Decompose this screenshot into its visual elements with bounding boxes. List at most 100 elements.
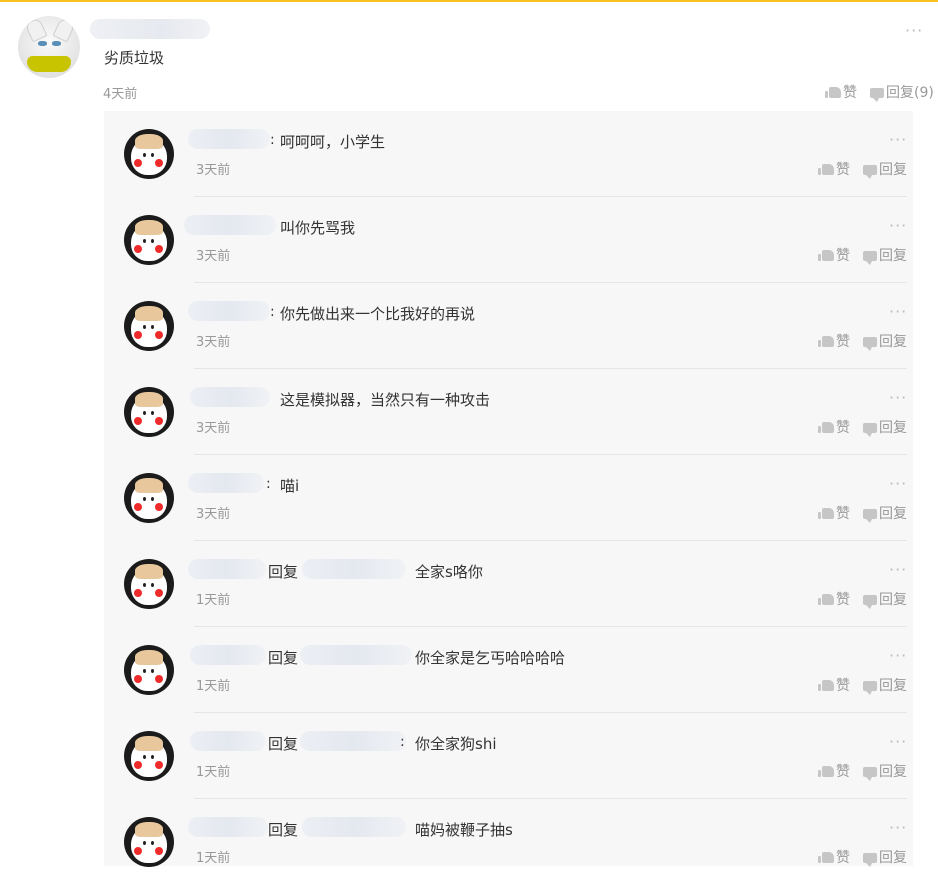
comment-bubble-icon — [863, 595, 877, 609]
username-redacted[interactable] — [184, 215, 276, 235]
more-options-icon[interactable]: ··· — [889, 218, 907, 234]
avatar[interactable] — [124, 473, 174, 523]
reply-text: 喵i — [280, 477, 300, 495]
like-button[interactable]: 赞 — [818, 503, 850, 523]
avatar-eye-right — [151, 411, 154, 415]
reply-button[interactable]: 回复 — [863, 503, 907, 523]
reply-button[interactable]: 回复 — [863, 331, 907, 351]
avatar[interactable] — [124, 645, 174, 695]
more-options-icon[interactable]: ··· — [889, 562, 907, 578]
reply-target-username-redacted[interactable] — [302, 559, 406, 579]
like-label: 赞 — [836, 764, 850, 780]
username-redacted[interactable] — [188, 817, 268, 837]
like-button[interactable]: 赞 — [818, 761, 850, 781]
avatar-cheek-right — [155, 761, 163, 769]
reply-button[interactable]: 回复(9) — [870, 82, 934, 102]
main-comment: 劣质垃圾 4天前 ··· 赞 回复(9) — [0, 2, 938, 112]
reply-label: 回复 — [879, 678, 907, 694]
like-button[interactable]: 赞 — [818, 159, 850, 179]
avatar[interactable] — [124, 731, 174, 781]
avatar[interactable] — [124, 817, 174, 867]
more-options-icon[interactable]: ··· — [889, 820, 907, 836]
reply-button[interactable]: 回复 — [863, 761, 907, 781]
avatar[interactable] — [124, 387, 174, 437]
reply-text: 喵妈被鞭子抽s — [415, 821, 513, 839]
avatar-cheek-left — [134, 589, 142, 597]
avatar-eye-right — [151, 497, 154, 501]
more-options-icon[interactable]: ··· — [889, 734, 907, 750]
avatar-eye-left — [143, 669, 146, 673]
avatar[interactable] — [124, 559, 174, 609]
avatar-hair — [135, 822, 163, 837]
reply-time: 3天前 — [196, 335, 231, 350]
username-redacted[interactable] — [188, 301, 270, 321]
like-button[interactable]: 赞 — [818, 675, 850, 695]
more-options-icon[interactable]: ··· — [889, 132, 907, 148]
thumbs-up-icon — [818, 680, 834, 691]
more-options-icon[interactable]: ··· — [889, 476, 907, 492]
like-label: 赞 — [836, 248, 850, 264]
avatar[interactable] — [124, 301, 174, 351]
reply-item: 叫你先骂我 3天前 ··· 赞 回复 — [104, 197, 913, 283]
like-label: 赞 — [836, 678, 850, 694]
avatar-eye-left — [143, 497, 146, 501]
comment-bubble-icon — [863, 509, 877, 523]
like-button[interactable]: 赞 — [825, 82, 857, 102]
more-options-icon[interactable]: ··· — [889, 304, 907, 320]
avatar-cheek-left — [134, 245, 142, 253]
username-redacted[interactable] — [188, 129, 270, 149]
thumbs-up-icon — [818, 336, 834, 347]
comment-time: 4天前 — [103, 87, 138, 102]
colon-separator: : — [266, 476, 271, 492]
reply-item: 回复 你全家是乞丐哈哈哈哈 1天前 ··· 赞 回复 — [104, 627, 913, 713]
reply-button[interactable]: 回复 — [863, 589, 907, 609]
reply-button[interactable]: 回复 — [863, 159, 907, 179]
reply-label: 回复 — [879, 420, 907, 436]
reply-target-username-redacted[interactable] — [300, 731, 406, 751]
avatar-eye-right — [151, 841, 154, 845]
avatar-hair — [135, 564, 163, 579]
avatar-cheek-right — [155, 503, 163, 511]
more-options-icon[interactable]: ··· — [889, 648, 907, 664]
reply-to-label: 回复 — [268, 735, 299, 753]
reply-button[interactable]: 回复 — [863, 675, 907, 695]
reply-label: 回复 — [879, 506, 907, 522]
avatar-cheek-right — [155, 331, 163, 339]
more-options-icon[interactable]: ··· — [889, 390, 907, 406]
like-button[interactable]: 赞 — [818, 245, 850, 265]
username-redacted[interactable] — [188, 473, 264, 493]
reply-target-username-redacted[interactable] — [302, 817, 406, 837]
username-redacted[interactable] — [190, 387, 270, 407]
avatar-scarf — [27, 56, 71, 72]
reply-target-username-redacted[interactable] — [300, 645, 412, 665]
username-redacted[interactable] — [190, 731, 266, 751]
comment-bubble-icon — [863, 337, 877, 351]
comment-bubble-icon — [863, 165, 877, 179]
comment-bubble-icon — [863, 423, 877, 437]
like-button[interactable]: 赞 — [818, 847, 850, 867]
thumbs-up-icon — [818, 852, 834, 863]
avatar[interactable] — [124, 215, 174, 265]
avatar[interactable] — [124, 129, 174, 179]
like-label: 赞 — [836, 334, 850, 350]
thumbs-up-icon — [818, 250, 834, 261]
username-redacted[interactable] — [190, 645, 266, 665]
username-redacted[interactable] — [188, 559, 266, 579]
like-label: 赞 — [836, 420, 850, 436]
like-button[interactable]: 赞 — [818, 589, 850, 609]
like-button[interactable]: 赞 — [818, 331, 850, 351]
reply-list: : 呵呵呵，小学生 3天前 ··· 赞回复 叫你先骂我 3天前 ··· 赞回复: 你先做出来一个比… — [104, 111, 913, 867]
reply-label: 回复 — [879, 850, 907, 866]
avatar[interactable] — [18, 16, 80, 78]
avatar-eye-left — [143, 411, 146, 415]
more-options-icon[interactable]: ··· — [905, 23, 923, 39]
reply-button[interactable]: 回复 — [863, 245, 907, 265]
avatar-hair — [135, 220, 163, 235]
reply-text: 这是模拟器，当然只有一种攻击 — [280, 391, 491, 409]
like-button[interactable]: 赞 — [818, 417, 850, 437]
reply-time: 1天前 — [196, 593, 231, 608]
reply-button[interactable]: 回复 — [863, 417, 907, 437]
reply-time: 3天前 — [196, 507, 231, 522]
reply-button[interactable]: 回复 — [863, 847, 907, 867]
reply-text: 你全家狗shi — [415, 735, 497, 753]
